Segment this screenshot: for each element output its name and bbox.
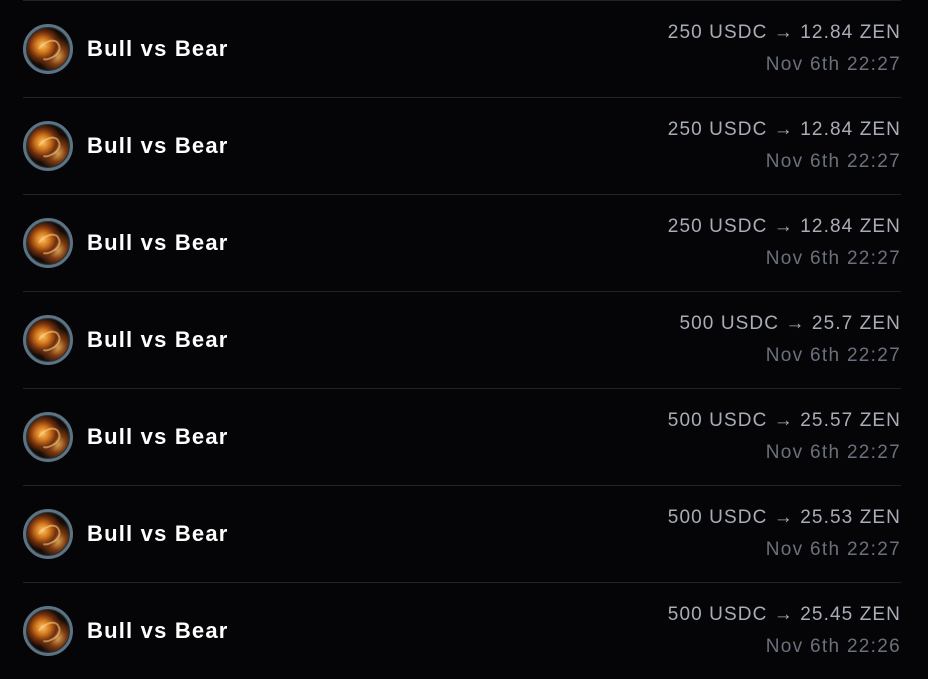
trade-details: 250 USDC → 12.84 ZEN Nov 6th 22:27: [668, 117, 901, 175]
bull-vs-bear-avatar-icon: [23, 509, 73, 559]
trade-details: 500 USDC → 25.7 ZEN Nov 6th 22:27: [679, 311, 901, 369]
trade-timestamp: Nov 6th 22:27: [765, 248, 901, 269]
list-item[interactable]: Bull vs Bear 500 USDC → 25.53 ZEN Nov 6t…: [23, 486, 901, 583]
token-name: Bull vs Bear: [87, 521, 229, 546]
trade-details: 500 USDC → 25.57 ZEN Nov 6th 22:27: [668, 408, 901, 466]
list-item[interactable]: Bull vs Bear 500 USDC → 25.45 ZEN Nov 6t…: [23, 583, 901, 679]
trade-details: 500 USDC → 25.45 ZEN Nov 6th 22:26: [668, 602, 901, 660]
bull-vs-bear-avatar-icon: [23, 315, 73, 365]
trade-amount: 500 USDC → 25.53 ZEN: [667, 507, 901, 528]
trade-amount: 500 USDC → 25.45 ZEN: [667, 604, 901, 625]
list-item[interactable]: Bull vs Bear 500 USDC → 25.7 ZEN Nov 6th…: [23, 292, 901, 389]
trade-details: 250 USDC → 12.84 ZEN Nov 6th 22:27: [668, 20, 901, 78]
trade-timestamp: Nov 6th 22:27: [765, 539, 901, 560]
trade-timestamp: Nov 6th 22:27: [765, 442, 901, 463]
list-item[interactable]: Bull vs Bear 500 USDC → 25.57 ZEN Nov 6t…: [23, 389, 901, 486]
list-item[interactable]: Bull vs Bear 250 USDC → 12.84 ZEN Nov 6t…: [23, 1, 901, 98]
trade-amount: 500 USDC → 25.7 ZEN: [679, 313, 901, 334]
token-name: Bull vs Bear: [87, 230, 229, 255]
token-name: Bull vs Bear: [87, 133, 229, 158]
trade-timestamp: Nov 6th 22:27: [765, 151, 901, 172]
bull-vs-bear-avatar-icon: [23, 606, 73, 656]
token-name: Bull vs Bear: [87, 424, 229, 449]
token-name: Bull vs Bear: [87, 618, 229, 643]
token-name: Bull vs Bear: [87, 327, 229, 352]
trade-details: 500 USDC → 25.53 ZEN Nov 6th 22:27: [668, 505, 901, 563]
trade-details: 250 USDC → 12.84 ZEN Nov 6th 22:27: [668, 214, 901, 272]
bull-vs-bear-avatar-icon: [23, 24, 73, 74]
bull-vs-bear-avatar-icon: [23, 218, 73, 268]
trade-list: Bull vs Bear 250 USDC → 12.84 ZEN Nov 6t…: [23, 0, 901, 679]
trade-timestamp: Nov 6th 22:26: [765, 636, 901, 657]
trade-amount: 500 USDC → 25.57 ZEN: [667, 410, 901, 431]
list-item[interactable]: Bull vs Bear 250 USDC → 12.84 ZEN Nov 6t…: [23, 195, 901, 292]
trade-amount: 250 USDC → 12.84 ZEN: [667, 216, 901, 237]
trade-amount: 250 USDC → 12.84 ZEN: [667, 119, 901, 140]
list-item[interactable]: Bull vs Bear 250 USDC → 12.84 ZEN Nov 6t…: [23, 98, 901, 195]
trade-timestamp: Nov 6th 22:27: [765, 54, 901, 75]
bull-vs-bear-avatar-icon: [23, 412, 73, 462]
trade-amount: 250 USDC → 12.84 ZEN: [667, 22, 901, 43]
bull-vs-bear-avatar-icon: [23, 121, 73, 171]
trade-timestamp: Nov 6th 22:27: [765, 345, 901, 366]
token-name: Bull vs Bear: [87, 36, 229, 61]
